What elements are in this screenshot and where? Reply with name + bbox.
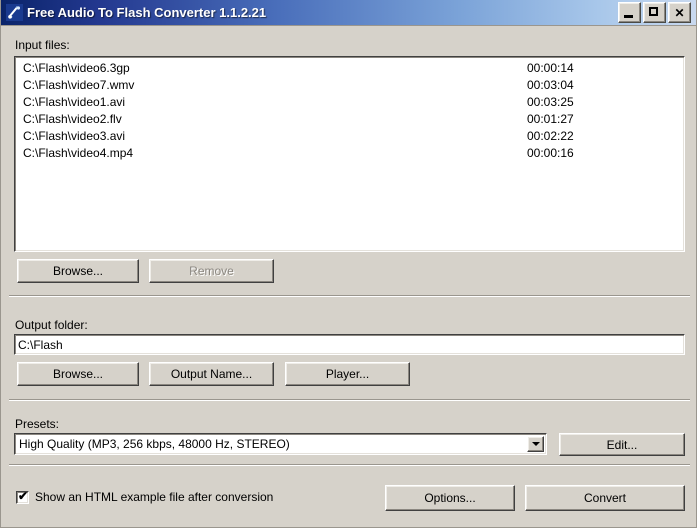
file-duration: 00:00:14 <box>527 60 574 77</box>
output-folder-value: C:\Flash <box>18 338 63 352</box>
section-divider <box>9 464 690 466</box>
section-divider <box>9 399 690 401</box>
file-path: C:\Flash\video1.avi <box>23 94 125 111</box>
input-files-listbox[interactable]: C:\Flash\video6.3gp 00:00:14 C:\Flash\vi… <box>14 56 685 252</box>
file-path: C:\Flash\video3.avi <box>23 128 125 145</box>
presets-dropdown-button[interactable] <box>527 436 544 452</box>
file-duration: 00:00:16 <box>527 145 574 162</box>
window-title: Free Audio To Flash Converter 1.1.2.21 <box>27 5 618 20</box>
check-icon: ✔ <box>18 490 28 503</box>
presets-selected-value: High Quality (MP3, 256 kbps, 48000 Hz, S… <box>19 437 290 451</box>
close-button[interactable]: ✕ <box>668 2 691 23</box>
minimize-button[interactable] <box>618 2 641 23</box>
output-name-button[interactable]: Output Name... <box>149 362 274 386</box>
checkbox-label: Show an HTML example file after conversi… <box>35 490 273 504</box>
title-bar[interactable]: Free Audio To Flash Converter 1.1.2.21 ✕ <box>1 0 696 26</box>
presets-edit-button[interactable]: Edit... <box>559 433 685 456</box>
file-duration: 00:01:27 <box>527 111 574 128</box>
input-browse-button[interactable]: Browse... <box>17 259 139 283</box>
window-controls: ✕ <box>618 2 691 23</box>
list-item[interactable]: C:\Flash\video6.3gp 00:00:14 <box>15 60 684 77</box>
list-item[interactable]: C:\Flash\video3.avi 00:02:22 <box>15 128 684 145</box>
file-duration: 00:03:25 <box>527 94 574 111</box>
close-icon: ✕ <box>669 3 690 22</box>
checkbox-box[interactable]: ✔ <box>16 491 29 504</box>
maximize-button[interactable] <box>643 2 666 23</box>
options-button[interactable]: Options... <box>385 485 515 511</box>
application-window: Free Audio To Flash Converter 1.1.2.21 ✕… <box>0 0 697 528</box>
presets-combobox[interactable]: High Quality (MP3, 256 kbps, 48000 Hz, S… <box>14 433 547 455</box>
minimize-icon <box>624 15 633 18</box>
file-path: C:\Flash\video7.wmv <box>23 77 134 94</box>
output-folder-input[interactable]: C:\Flash <box>14 334 685 355</box>
output-browse-button[interactable]: Browse... <box>17 362 139 386</box>
input-files-label: Input files: <box>15 38 70 52</box>
file-path: C:\Flash\video2.flv <box>23 111 122 128</box>
app-note-icon <box>6 4 23 21</box>
list-item[interactable]: C:\Flash\video7.wmv 00:03:04 <box>15 77 684 94</box>
list-item[interactable]: C:\Flash\video1.avi 00:03:25 <box>15 94 684 111</box>
show-html-example-checkbox[interactable]: ✔ Show an HTML example file after conver… <box>16 490 273 504</box>
player-button[interactable]: Player... <box>285 362 410 386</box>
client-area: Input files: C:\Flash\video6.3gp 00:00:1… <box>1 26 696 527</box>
list-item[interactable]: C:\Flash\video2.flv 00:01:27 <box>15 111 684 128</box>
input-remove-button[interactable]: Remove <box>149 259 274 283</box>
list-item[interactable]: C:\Flash\video4.mp4 00:00:16 <box>15 145 684 162</box>
maximize-icon <box>649 7 658 16</box>
chevron-down-icon <box>532 442 540 446</box>
section-divider <box>9 295 690 297</box>
file-duration: 00:03:04 <box>527 77 574 94</box>
output-folder-label: Output folder: <box>15 318 88 332</box>
presets-label: Presets: <box>15 417 59 431</box>
file-duration: 00:02:22 <box>527 128 574 145</box>
file-path: C:\Flash\video6.3gp <box>23 60 130 77</box>
convert-button[interactable]: Convert <box>525 485 685 511</box>
file-path: C:\Flash\video4.mp4 <box>23 145 133 162</box>
